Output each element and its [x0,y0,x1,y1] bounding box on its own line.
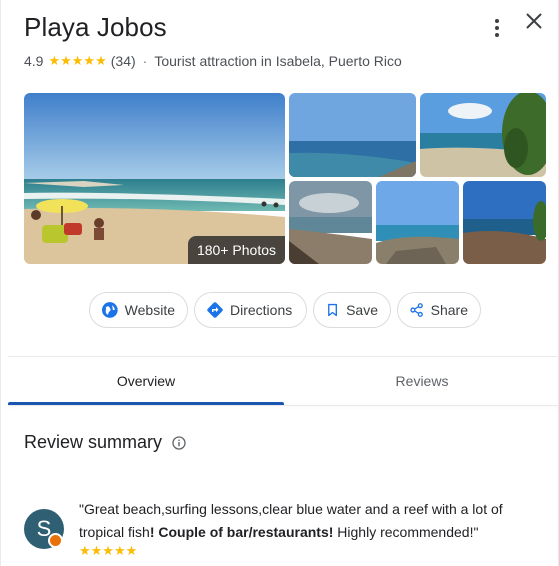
share-button[interactable]: Share [397,292,481,328]
bookmark-icon [328,303,337,317]
coast-trees-photo [420,93,546,177]
photo-thumbnail[interactable] [289,181,372,264]
local-guide-badge-icon [48,533,63,548]
website-button[interactable]: Website [89,292,188,328]
directions-button[interactable]: Directions [194,292,307,328]
share-icon [410,303,423,317]
review-text-bold: ! Couple of bar/restaurants! [149,524,334,540]
website-label: Website [124,302,175,318]
tab-overview[interactable]: Overview [8,357,284,405]
review-stars: ★★★★★ [79,543,138,558]
close-icon [526,13,542,29]
action-chips: Website Directions Save Share [89,292,481,328]
directions-icon [207,302,223,318]
info-icon[interactable] [172,435,186,450]
separator: · [142,53,148,69]
photo-thumbnail[interactable] [289,93,416,177]
ocean-photo [289,93,416,177]
photo-thumbnail[interactable] [463,181,546,264]
photo-thumbnail[interactable] [420,93,546,177]
more-options-button[interactable] [487,16,507,40]
save-button[interactable]: Save [313,292,391,328]
rating-value: 4.9 [24,53,44,69]
review-snippet: "Great beach,surfing lessons,clear blue … [79,498,539,544]
place-panel: Playa Jobos 4.9 ★★★★★ (34) · Tourist att… [0,0,559,566]
tab-reviews[interactable]: Reviews [284,357,559,405]
tab-bar: Overview Reviews [8,357,559,405]
close-button[interactable] [521,8,547,34]
rating-row: 4.9 ★★★★★ (34) · Tourist attraction in I… [24,53,402,69]
rating-stars: ★★★★★ [48,53,107,68]
more-vert-icon [495,19,499,23]
review-summary-heading: Review summary [24,432,186,453]
review-count-link[interactable]: (34) [111,53,136,69]
place-title: Playa Jobos [24,12,167,42]
save-label: Save [346,302,378,318]
photo-thumbnail[interactable] [376,181,459,264]
share-label: Share [430,302,468,318]
directions-label: Directions [230,302,293,318]
place-category: Tourist attraction in Isabela, Puerto Ri… [154,53,402,69]
globe-icon [101,302,118,318]
photos-count-badge[interactable]: 180+ Photos [187,236,285,264]
sunset-beach-photo [289,181,372,264]
divider [8,405,559,406]
reef-photo [463,181,546,264]
rocky-shore-photo [376,181,459,264]
photo-main[interactable]: 180+ Photos [24,93,285,264]
review-summary-title: Review summary [24,432,163,452]
review-text-part2: Highly recommended!" [333,524,479,540]
